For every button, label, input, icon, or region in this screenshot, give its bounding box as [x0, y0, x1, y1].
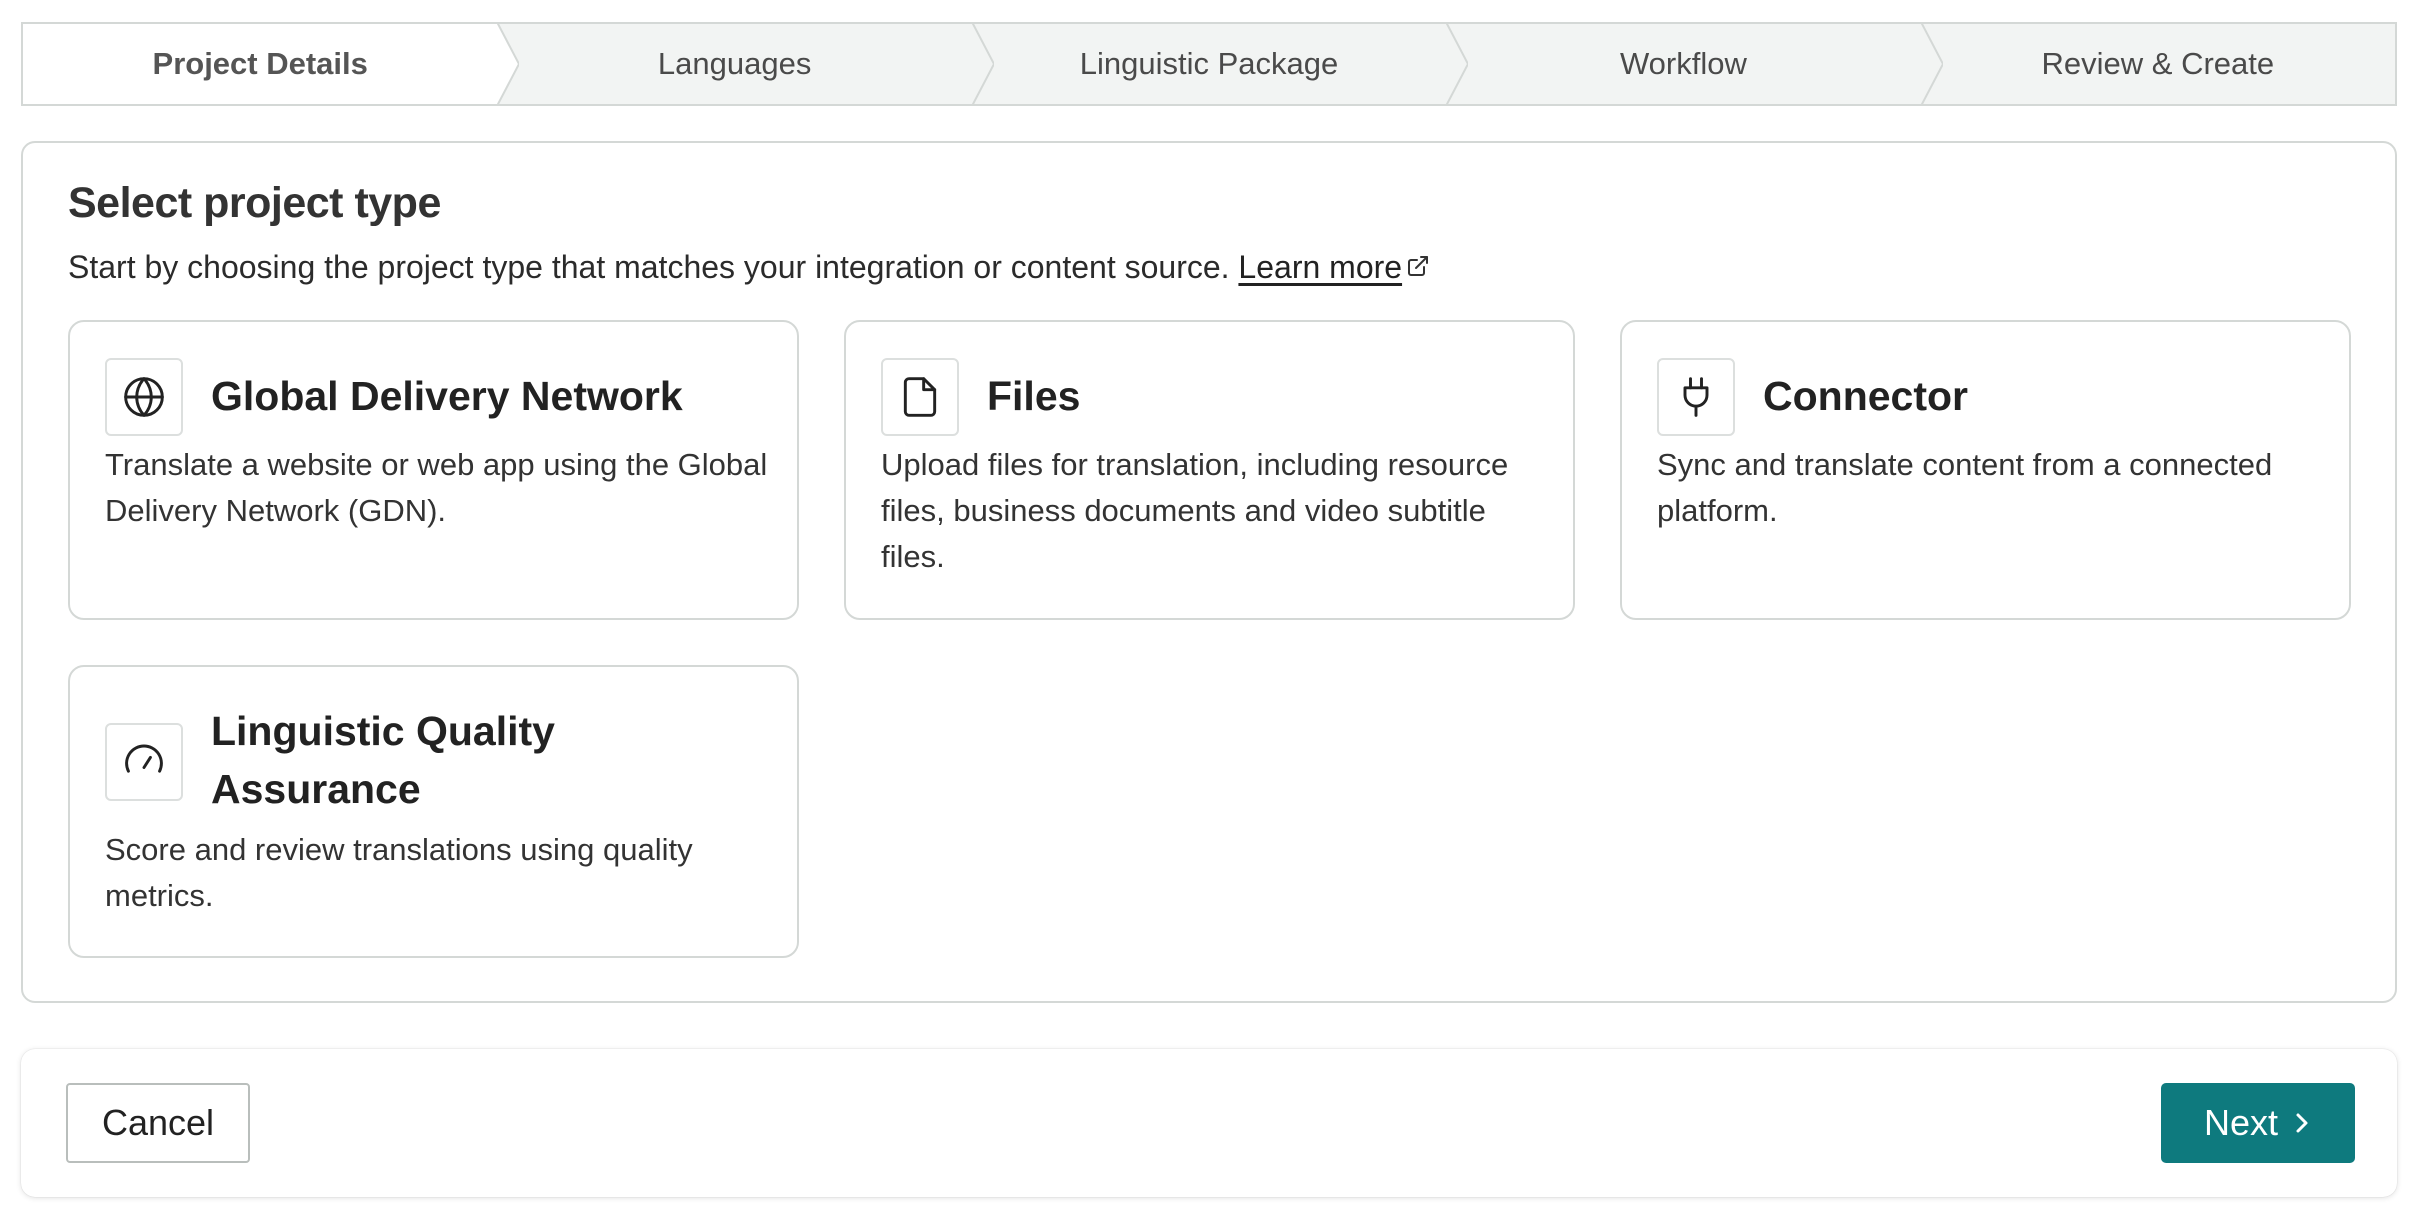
- gauge-icon: [125, 744, 163, 773]
- card-icon-box: [105, 358, 183, 436]
- card-title: Files: [987, 373, 1081, 419]
- plug-icon: [1683, 377, 1709, 417]
- file-icon: [903, 377, 937, 417]
- card-description: Upload files for translation, including …: [881, 447, 1509, 574]
- step-label: Project Details: [152, 46, 368, 81]
- panel-description: Start by choosing the project type that …: [68, 249, 1430, 286]
- chevron-right-icon: [2296, 1113, 2308, 1133]
- next-button-label: Next: [2203, 1102, 2279, 1143]
- card-linguistic-quality-assurance[interactable]: Linguistic Quality Assurance Score and r…: [68, 665, 799, 958]
- step-linguistic-package[interactable]: Linguistic Package: [972, 24, 1469, 104]
- page-title: Select project type: [68, 179, 441, 227]
- card-title: Linguistic Quality Assurance: [211, 708, 555, 812]
- step-workflow[interactable]: Workflow: [1446, 24, 1943, 104]
- card-title: Connector: [1763, 373, 1968, 419]
- card-description: Score and review translations using qual…: [105, 832, 693, 913]
- card-title: Global Delivery Network: [211, 373, 683, 419]
- step-separator: [1424, 24, 1469, 104]
- card-connector[interactable]: Connector Sync and translate content fro…: [1620, 320, 2351, 620]
- card-icon-box: [881, 358, 959, 436]
- step-label: Workflow: [1619, 46, 1747, 81]
- card-global-delivery-network[interactable]: Global Delivery Network Translate a webs…: [68, 320, 799, 620]
- globe-icon: [124, 377, 164, 417]
- step-project-details[interactable]: Project Details: [23, 24, 520, 104]
- step-separator: [475, 24, 520, 104]
- step-separator: [949, 24, 994, 104]
- wizard-footer: Cancel Next: [21, 1049, 2397, 1197]
- learn-more-link[interactable]: Learn more: [1238, 249, 1402, 285]
- step-label: Linguistic Package: [1079, 46, 1339, 81]
- card-description: Translate a website or web app using the…: [105, 447, 768, 528]
- step-languages[interactable]: Languages: [497, 24, 994, 104]
- cancel-button[interactable]: Cancel: [66, 1083, 250, 1163]
- project-type-panel: Select project type Start by choosing th…: [21, 141, 2397, 1003]
- card-icon-box: [105, 723, 183, 801]
- wizard-stepper: Project Details Languages Linguistic Pac…: [21, 22, 2397, 106]
- description-text: Start by choosing the project type that …: [68, 249, 1230, 285]
- learn-more-label: Learn more: [1238, 249, 1403, 285]
- external-link-icon: [1408, 255, 1429, 276]
- card-description: Sync and translate content from a connec…: [1657, 447, 2273, 528]
- step-label: Languages: [657, 46, 812, 81]
- card-files[interactable]: Files Upload files for translation, incl…: [844, 320, 1575, 620]
- step-review-create[interactable]: Review & Create: [1921, 24, 2395, 104]
- step-separator: [1898, 24, 1943, 104]
- next-button[interactable]: Next: [2161, 1083, 2355, 1163]
- card-icon-box: [1657, 358, 1735, 436]
- step-label: Review & Create: [2041, 46, 2275, 81]
